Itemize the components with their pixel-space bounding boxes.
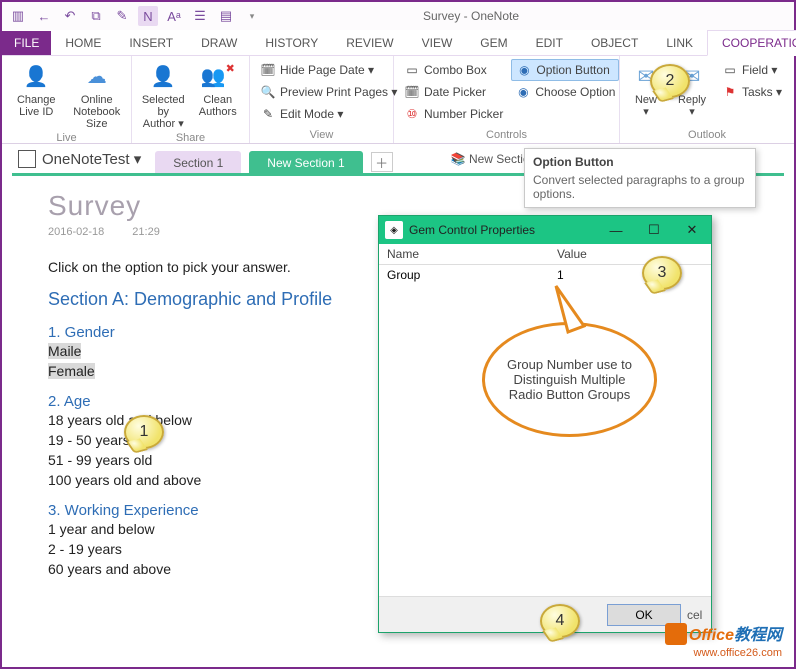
maximize-button[interactable]: ☐	[635, 216, 673, 244]
edit-icon: ✎	[260, 106, 276, 122]
tab-draw[interactable]: DRAW	[187, 31, 251, 55]
format-painter-icon[interactable]: ✎	[112, 6, 132, 26]
ribbon-tabs: FILE HOME INSERT DRAW HISTORY REVIEW VIE…	[2, 30, 794, 56]
tooltip-option-button: Option Button Convert selected paragraph…	[524, 148, 756, 208]
field-button[interactable]: ▭Field ▾	[718, 59, 786, 81]
online-notebook-size-button[interactable]: ☁Online Notebook Size	[69, 59, 126, 130]
watermark-url: www.office26.com	[665, 647, 782, 659]
clean-authors-icon: 👥✖	[204, 63, 232, 91]
add-section-button[interactable]: ＋	[371, 152, 393, 172]
tooltip-title: Option Button	[533, 155, 747, 169]
tasks-button[interactable]: ⚑Tasks ▾	[718, 81, 786, 103]
callout-2: 2	[650, 64, 690, 98]
flag-icon: ⚑	[722, 84, 738, 100]
tab-home[interactable]: HOME	[51, 31, 115, 55]
col-value: Value	[549, 244, 595, 264]
prop-value: 1	[549, 265, 572, 285]
quick-access-toolbar: ▥ ← ↶ ⧉ ✎ Ν Aᵃ ☰ ▤ ▾	[2, 6, 268, 26]
author-select-icon: 👤	[149, 63, 177, 91]
qat-more-icon[interactable]: ▾	[242, 6, 262, 26]
dialog-titlebar[interactable]: ◈ Gem Control Properties ― ☐ ✕	[379, 216, 711, 244]
field-icon: ▭	[722, 62, 738, 78]
dock-icon[interactable]: ⧉	[86, 6, 106, 26]
onenote-icon: ▥	[8, 6, 28, 26]
group-label-controls: Controls	[400, 127, 613, 143]
q1-option-1[interactable]: Maile	[48, 343, 81, 359]
watermark-logo-icon	[665, 623, 687, 645]
back-icon[interactable]: ←	[34, 6, 54, 26]
cloud-icon: ☁	[83, 63, 111, 91]
preview-print-pages-button[interactable]: 🔍Preview Print Pages ▾	[256, 81, 401, 103]
file-tab[interactable]: FILE	[2, 31, 51, 55]
tab-edit[interactable]: EDIT	[522, 31, 577, 55]
q1-option-2[interactable]: Female	[48, 363, 95, 379]
radio-selected-icon: ◉	[515, 84, 531, 100]
tab-history[interactable]: HISTORY	[251, 31, 332, 55]
calendar-icon: 🗓	[404, 84, 420, 100]
change-live-id-button[interactable]: 👤Change Live ID	[8, 59, 65, 130]
window-title: Survey - OneNote	[268, 9, 674, 23]
combo-box-button[interactable]: ▭Combo Box	[400, 59, 507, 81]
group-label-view: View	[256, 127, 387, 143]
tab-review[interactable]: REVIEW	[332, 31, 407, 55]
col-name: Name	[379, 244, 549, 264]
style-icon[interactable]: Aᵃ	[164, 6, 184, 26]
list-icon[interactable]: ☰	[190, 6, 210, 26]
user-icon: 👤	[22, 63, 50, 91]
selected-by-author-button[interactable]: 👤Selected by Author ▾	[138, 59, 189, 130]
section-tab-2[interactable]: New Section 1	[249, 151, 362, 174]
radio-icon: ◉	[516, 62, 532, 78]
dialog-title-text: Gem Control Properties	[409, 223, 535, 237]
callout-1: 1	[124, 415, 164, 449]
tab-insert[interactable]: INSERT	[115, 31, 187, 55]
oval-callout: Group Number use to Distinguish Multiple…	[482, 322, 657, 437]
prop-name: Group	[379, 265, 549, 285]
combobox-icon: ▭	[404, 62, 420, 78]
minimize-button[interactable]: ―	[597, 216, 635, 244]
cancel-button-partial[interactable]: cel	[687, 608, 701, 622]
preview-icon: 🔍	[260, 84, 276, 100]
watermark: Office教程网 www.office26.com	[665, 621, 782, 659]
tooltip-body: Convert selected paragraphs to a group o…	[533, 173, 747, 201]
calendar-hide-icon: 🗓	[260, 62, 276, 78]
section-tab-1[interactable]: Section 1	[155, 151, 241, 174]
tab-gem[interactable]: GEM	[466, 31, 521, 55]
title-bar: ▥ ← ↶ ⧉ ✎ Ν Aᵃ ☰ ▤ ▾ Survey - OneNote	[2, 2, 794, 30]
notebook-selector[interactable]: OneNoteTest ▾	[12, 150, 147, 168]
option-button-button[interactable]: ◉Option Button	[511, 59, 619, 81]
clean-authors-button[interactable]: 👥✖Clean Authors	[193, 59, 244, 130]
edit-mode-button[interactable]: ✎Edit Mode ▾	[256, 103, 401, 125]
tab-object[interactable]: OBJECT	[577, 31, 652, 55]
tab-cooperation[interactable]: COOPERATION	[707, 30, 796, 56]
hide-page-date-button[interactable]: 🗓Hide Page Date ▾	[256, 59, 401, 81]
ink-icon[interactable]: Ν	[138, 6, 158, 26]
callout-4: 4	[540, 604, 580, 638]
tab-link[interactable]: LINK	[652, 31, 707, 55]
number-picker-button[interactable]: ⑩Number Picker	[400, 103, 507, 125]
date-picker-button[interactable]: 🗓Date Picker	[400, 81, 507, 103]
number-icon: ⑩	[404, 106, 420, 122]
group-label-outlook: Outlook	[626, 127, 788, 143]
notebook-icon	[18, 150, 36, 168]
undo-icon[interactable]: ↶	[60, 6, 80, 26]
page-icon[interactable]: ▤	[216, 6, 236, 26]
tab-view[interactable]: VIEW	[408, 31, 467, 55]
close-button[interactable]: ✕	[673, 216, 711, 244]
gem-icon: ◈	[385, 221, 403, 239]
callout-3: 3	[642, 256, 682, 290]
choose-option-button[interactable]: ◉Choose Option	[511, 81, 619, 103]
